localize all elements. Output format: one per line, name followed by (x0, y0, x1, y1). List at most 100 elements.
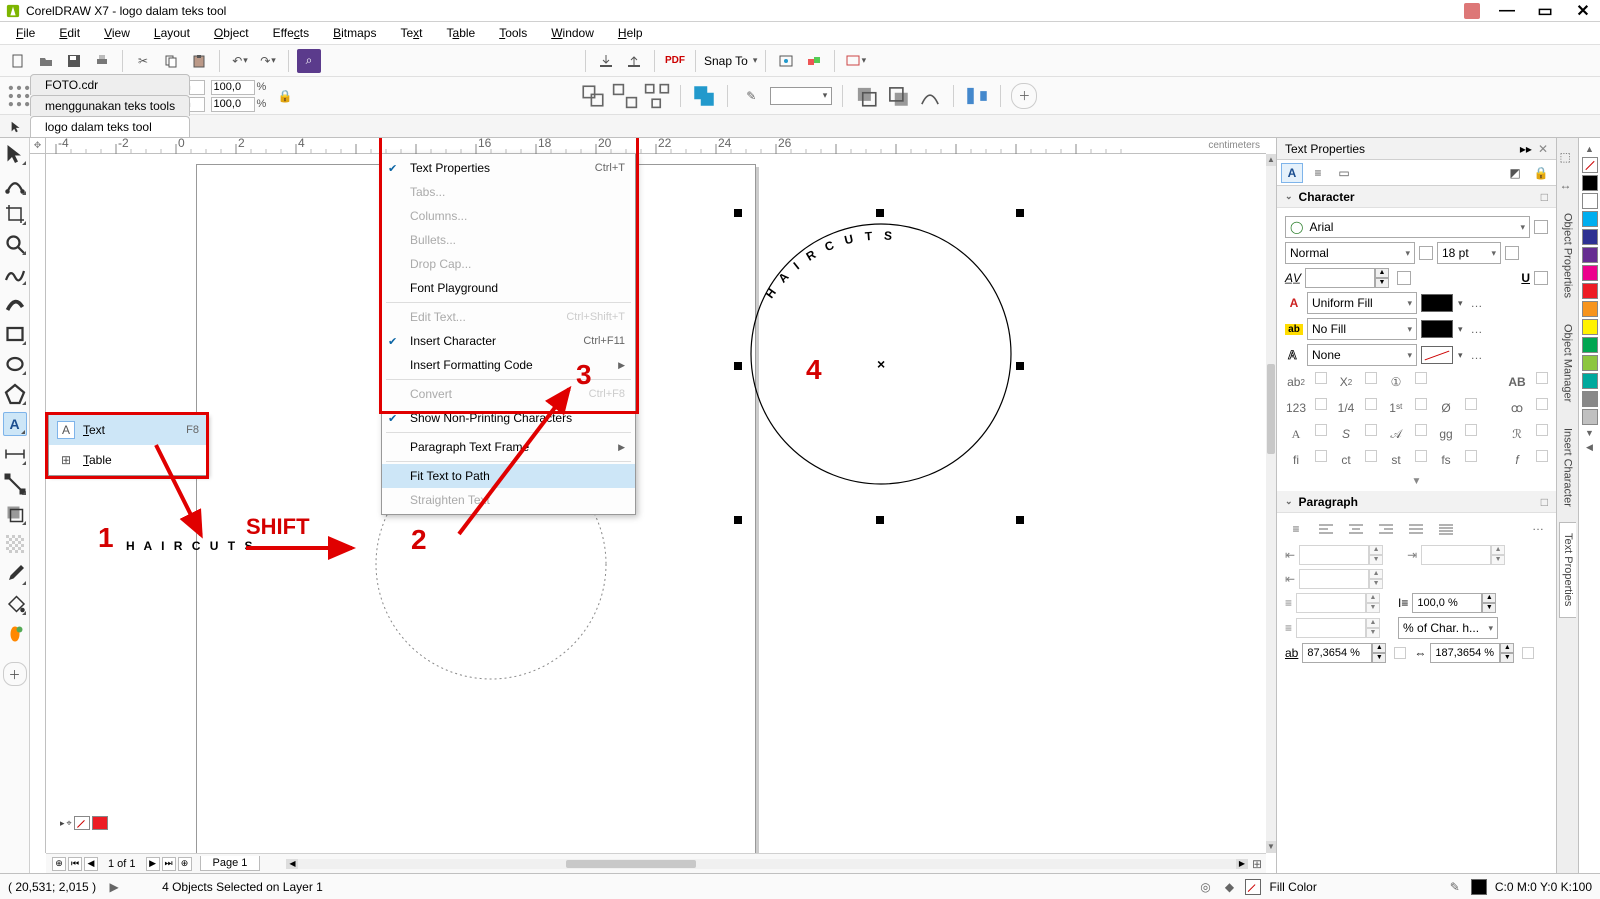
sidetab[interactable]: Object Manager (1559, 313, 1577, 413)
close-button[interactable]: ✕ (1572, 2, 1594, 20)
menu-view[interactable]: View (94, 24, 140, 42)
ruler-origin[interactable]: ✥ (30, 138, 46, 154)
menu-item[interactable]: Font Playground (382, 276, 635, 300)
fraction-icon[interactable]: 1/4 (1335, 398, 1357, 418)
fill-tool[interactable] (3, 592, 27, 616)
outline-pen-status-icon[interactable]: ✎ (1447, 879, 1463, 895)
line-spacing-input[interactable] (1412, 593, 1482, 613)
snap-to-label[interactable]: Snap To (704, 54, 748, 68)
palette-color[interactable] (1582, 265, 1598, 281)
add-button[interactable]: ＋ (1011, 83, 1037, 109)
align-center-icon[interactable] (1345, 519, 1367, 539)
publish-pdf-button[interactable]: PDF (663, 49, 687, 73)
fi-lig-icon[interactable]: fi (1285, 450, 1307, 470)
search-button[interactable]: ⌕ (297, 49, 321, 73)
palette-color[interactable] (1582, 301, 1598, 317)
line-spacing-unit-dropdown[interactable]: % of Char. h...▾ (1398, 617, 1498, 639)
menu-item[interactable]: ✔Text PropertiesCtrl+T (382, 156, 635, 180)
sidetab[interactable]: Insert Character (1559, 417, 1577, 518)
status-outline-swatch[interactable] (1471, 879, 1487, 895)
drop-shadow-tool[interactable] (3, 502, 27, 526)
group-button[interactable] (580, 83, 606, 109)
menu-window[interactable]: Window (541, 24, 604, 42)
para-tab-icon[interactable]: ≡ (1307, 163, 1329, 183)
print-button[interactable] (90, 49, 114, 73)
align-distribute-button[interactable] (964, 83, 990, 109)
palette-color[interactable] (1582, 319, 1598, 335)
open-button[interactable] (34, 49, 58, 73)
font-list-options[interactable] (1534, 220, 1548, 234)
document-tab[interactable]: FOTO.cdr (30, 74, 190, 95)
copy-button[interactable] (159, 49, 183, 73)
menu-object[interactable]: Object (204, 24, 259, 42)
italic-f-icon[interactable]: f (1506, 450, 1528, 470)
kerning-opts[interactable] (1397, 271, 1411, 285)
char-bg-dropdown[interactable]: No Fill▾ (1307, 318, 1417, 340)
char-fill-swatch[interactable] (1421, 294, 1453, 312)
stylistic-set-icon[interactable]: ℛ (1506, 424, 1528, 444)
doc-palette-color-0[interactable] (92, 816, 108, 830)
st-lig-icon[interactable]: st (1385, 450, 1407, 470)
ordinal-icon[interactable]: 1ˢᵗ (1385, 398, 1407, 418)
outline-width-dropdown[interactable]: ▾ (770, 87, 832, 105)
allcaps-icon[interactable]: AB (1506, 372, 1528, 392)
add-page-start[interactable]: ⊕ (52, 857, 66, 871)
scale-x-input[interactable] (211, 80, 255, 95)
crop-tool[interactable] (3, 202, 27, 226)
user-account-icon[interactable] (1464, 3, 1480, 19)
character-section-header[interactable]: ⌄Character□ (1277, 186, 1556, 208)
char-bg-more[interactable]: … (1467, 322, 1487, 336)
ungroup-button[interactable] (612, 83, 638, 109)
menu-file[interactable]: File (6, 24, 45, 42)
palette-color[interactable] (1582, 193, 1598, 209)
sidetab-icon[interactable]: ⬚ (1560, 150, 1576, 166)
stylistic-gg-icon[interactable]: gg (1435, 424, 1457, 444)
palette-color[interactable] (1582, 355, 1598, 371)
font-size-opts[interactable] (1505, 246, 1519, 260)
object-details-icon[interactable]: ◩ (1504, 163, 1526, 183)
text-tool[interactable]: A (3, 412, 27, 436)
align-justify-icon[interactable] (1405, 519, 1427, 539)
align-left-icon[interactable] (1315, 519, 1337, 539)
transparency-tool[interactable] (3, 532, 27, 556)
palette-color[interactable] (1582, 373, 1598, 389)
pick-tool-shortcut-icon[interactable] (6, 117, 26, 137)
menu-text[interactable]: Text (390, 24, 432, 42)
menu-effects[interactable]: Effects (263, 24, 319, 42)
align-right-icon[interactable] (1375, 519, 1397, 539)
underline-opts[interactable] (1534, 271, 1548, 285)
stylistic-a-icon[interactable]: A (1285, 424, 1307, 444)
subscript-icon[interactable]: ab2 (1285, 372, 1307, 392)
next-page[interactable]: ▶ (146, 857, 160, 871)
minimize-button[interactable]: — (1496, 2, 1518, 20)
doc-palette-none[interactable] (74, 816, 90, 830)
page-tab-1[interactable]: Page 1 (200, 856, 261, 871)
undo-button[interactable]: ↶▾ (228, 49, 252, 73)
char-outline-dropdown[interactable]: None▾ (1307, 344, 1417, 366)
right-indent-input[interactable] (1299, 569, 1369, 589)
after-para-input[interactable] (1296, 618, 1366, 638)
eyedropper-tool[interactable] (3, 562, 27, 586)
char-bg-swatch[interactable] (1421, 320, 1453, 338)
slashed-zero-icon[interactable]: Ø (1435, 398, 1457, 418)
align-more[interactable]: … (1528, 519, 1548, 539)
vertical-scrollbar[interactable]: ▲ ▼ (1266, 154, 1276, 853)
first-line-input[interactable] (1421, 545, 1491, 565)
rectangle-tool[interactable] (3, 322, 27, 346)
artistic-media-tool[interactable] (3, 292, 27, 316)
cut-button[interactable]: ✂ (131, 49, 155, 73)
palette-scroll-up[interactable]: ▲ (1585, 144, 1594, 154)
align-none-icon[interactable]: ≡ (1285, 519, 1307, 539)
menu-item[interactable]: ✔Insert CharacterCtrl+F11 (382, 329, 635, 353)
object-origin-icon[interactable] (6, 83, 32, 109)
superscript-icon[interactable]: X2 (1335, 372, 1357, 392)
menu-help[interactable]: Help (608, 24, 653, 42)
menu-tools[interactable]: Tools (489, 24, 537, 42)
palette-color[interactable] (1582, 247, 1598, 263)
caps-icon[interactable]: ① (1385, 372, 1407, 392)
stylistic-s-icon[interactable]: S (1335, 424, 1357, 444)
smart-fill-tool[interactable] (3, 622, 27, 646)
redo-button[interactable]: ↷▾ (256, 49, 280, 73)
ungroup-all-button[interactable] (644, 83, 670, 109)
sidetab[interactable]: Object Properties (1559, 202, 1577, 309)
